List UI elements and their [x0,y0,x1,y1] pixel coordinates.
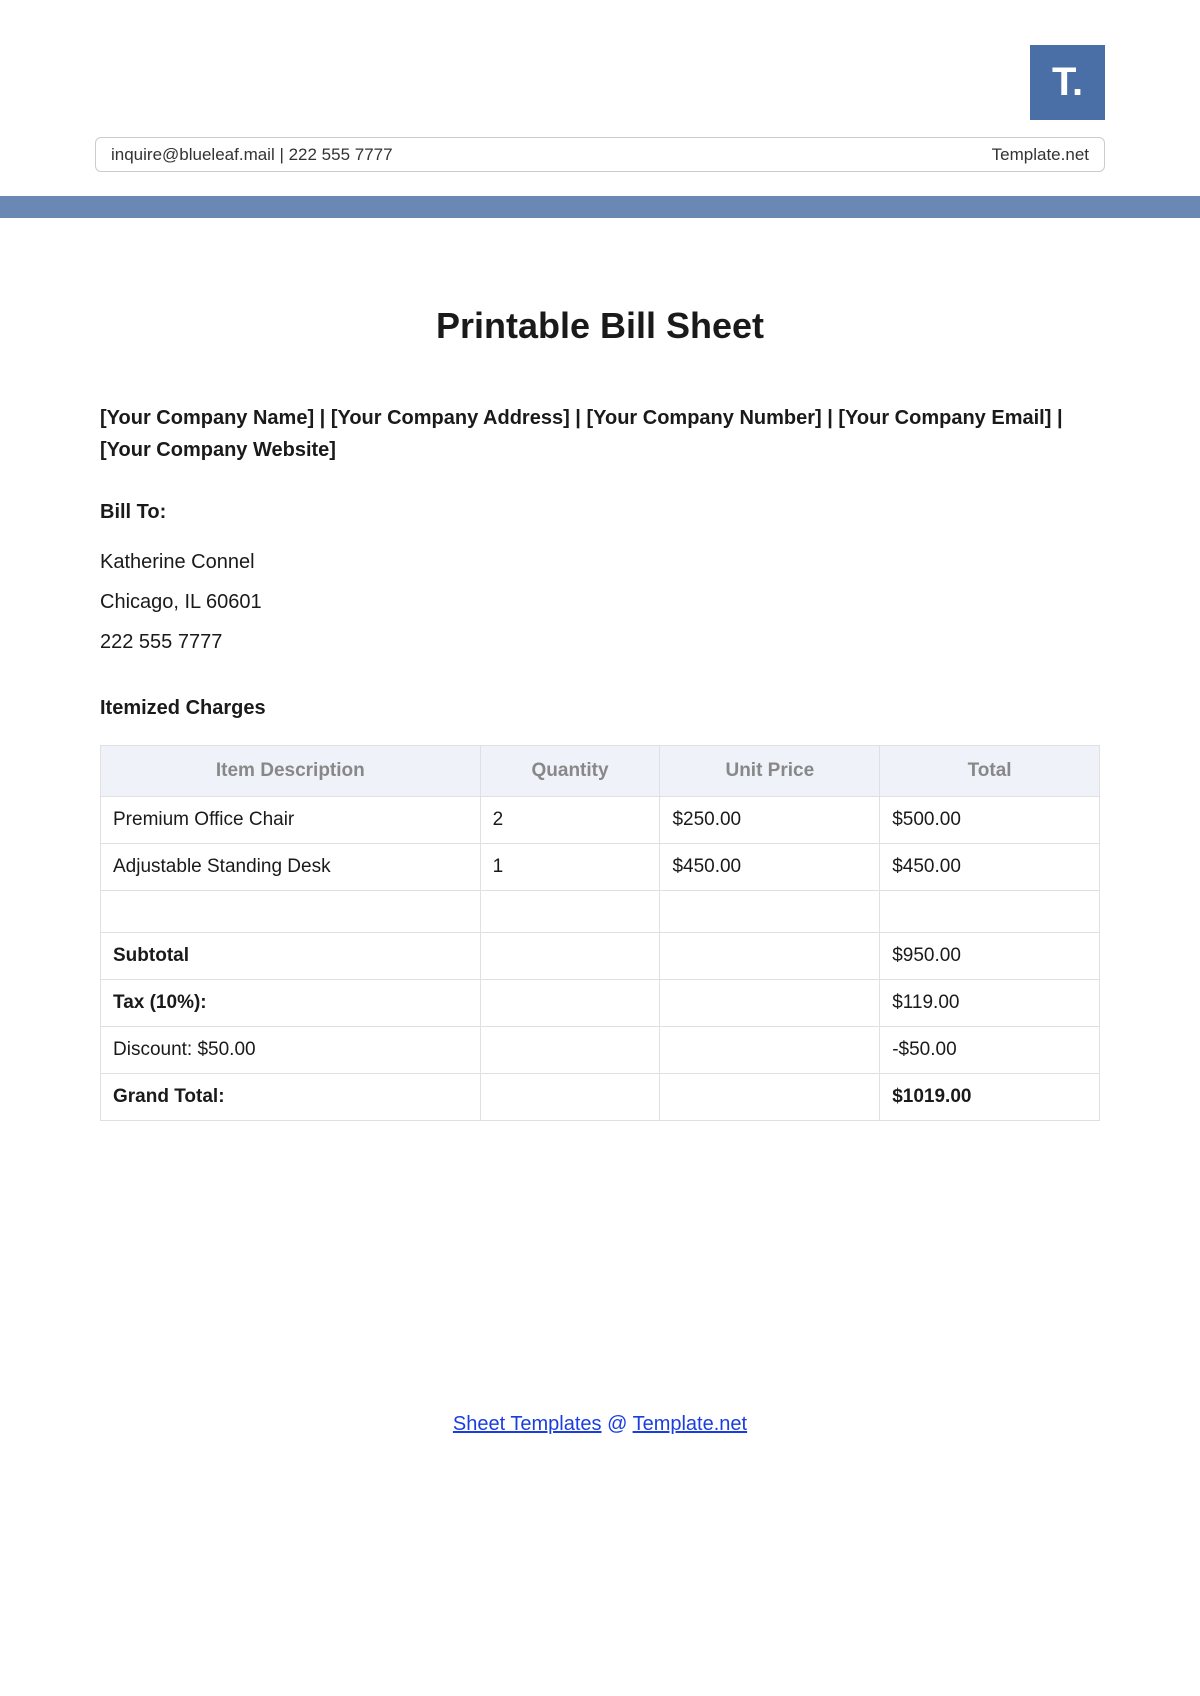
bill-to-info: Katherine Connel Chicago, IL 60601 222 5… [100,542,1100,662]
col-description: Item Description [101,746,481,797]
discount-label-value: $50.00 [197,1039,255,1060]
company-info: [Your Company Name] | [Your Company Addr… [100,402,1100,466]
table-row: Premium Office Chair 2 $250.00 $500.00 [101,797,1100,844]
cell-empty [101,891,481,933]
brand-logo: T. [1030,45,1105,120]
footer-at: @ [602,1413,633,1435]
document-content: Printable Bill Sheet [Your Company Name]… [100,305,1100,1121]
cell-empty [480,980,660,1027]
header-brand: Template.net [992,145,1089,165]
col-quantity: Quantity [480,746,660,797]
cell-empty [480,1074,660,1121]
discount-value: -$50.00 [880,1027,1100,1074]
cell-description: Premium Office Chair [101,797,481,844]
itemized-charges-title: Itemized Charges [100,697,1100,720]
bill-to-phone: 222 555 7777 [100,622,1100,662]
cell-quantity: 2 [480,797,660,844]
cell-unit-price: $250.00 [660,797,880,844]
cell-empty [480,891,660,933]
bill-to-name: Katherine Connel [100,542,1100,582]
cell-empty [480,933,660,980]
cell-quantity: 1 [480,844,660,891]
cell-total: $500.00 [880,797,1100,844]
accent-bar [0,196,1200,218]
grand-total-label: Grand Total: [101,1074,481,1121]
discount-row: Discount: $50.00 -$50.00 [101,1027,1100,1074]
subtotal-label: Subtotal [101,933,481,980]
cell-empty [660,1074,880,1121]
header-contact: inquire@blueleaf.mail | 222 555 7777 [111,145,393,165]
footer-link-sheet-templates[interactable]: Sheet Templates [453,1413,602,1435]
cell-empty [660,891,880,933]
discount-label-prefix: Discount: [113,1039,192,1060]
grand-total-row: Grand Total: $1019.00 [101,1074,1100,1121]
grand-total-value: $1019.00 [880,1074,1100,1121]
tax-row: Tax (10%): $119.00 [101,980,1100,1027]
company-address-placeholder[interactable]: [Your Company Address] [331,407,570,429]
bill-to-address: Chicago, IL 60601 [100,582,1100,622]
footer: Sheet Templates @ Template.net [100,1413,1100,1436]
cell-empty [880,891,1100,933]
table-header-row: Item Description Quantity Unit Price Tot… [101,746,1100,797]
company-name-placeholder[interactable]: [Your Company Name] [100,407,314,429]
cell-unit-price: $450.00 [660,844,880,891]
company-email-placeholder[interactable]: [Your Company Email] [838,407,1051,429]
cell-empty [660,980,880,1027]
table-row-empty [101,891,1100,933]
col-total: Total [880,746,1100,797]
cell-empty [660,1027,880,1074]
logo-text: T. [1052,60,1083,105]
table-row: Adjustable Standing Desk 1 $450.00 $450.… [101,844,1100,891]
footer-link-template-net[interactable]: Template.net [633,1413,748,1435]
cell-empty [480,1027,660,1074]
col-unit-price: Unit Price [660,746,880,797]
tax-value: $119.00 [880,980,1100,1027]
charges-table: Item Description Quantity Unit Price Tot… [100,745,1100,1121]
cell-empty [660,933,880,980]
cell-total: $450.00 [880,844,1100,891]
tax-label: Tax (10%): [101,980,481,1027]
page-title: Printable Bill Sheet [100,305,1100,347]
bill-to-label: Bill To: [100,501,1100,524]
header-bar: inquire@blueleaf.mail | 222 555 7777 Tem… [95,137,1105,172]
discount-label: Discount: $50.00 [101,1027,481,1074]
cell-description: Adjustable Standing Desk [101,844,481,891]
subtotal-row: Subtotal $950.00 [101,933,1100,980]
subtotal-value: $950.00 [880,933,1100,980]
company-website-placeholder[interactable]: [Your Company Website] [100,439,336,461]
company-number-placeholder[interactable]: [Your Company Number] [586,407,821,429]
